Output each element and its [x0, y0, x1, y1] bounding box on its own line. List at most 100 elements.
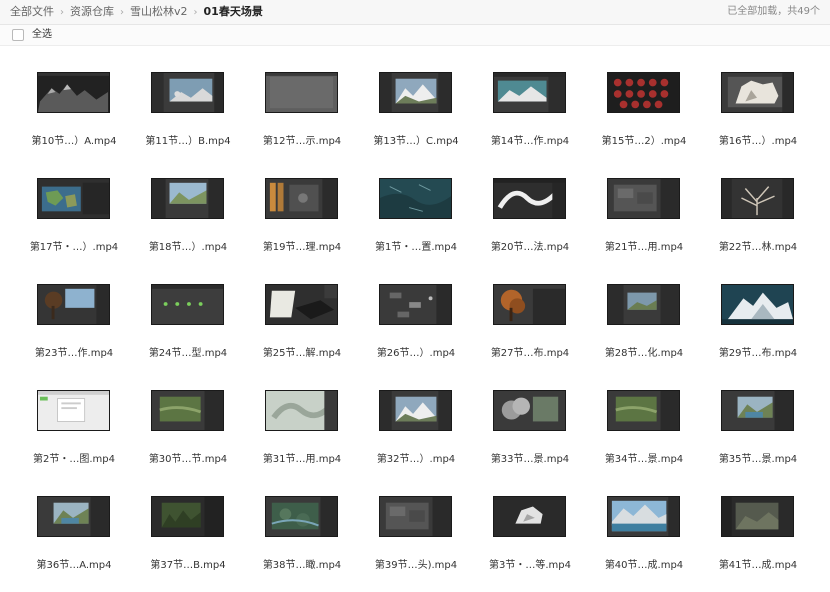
- file-tile[interactable]: 第23节…作.mp4: [17, 268, 131, 374]
- file-tile[interactable]: 第32节…）.mp4: [359, 374, 473, 480]
- video-thumbnail-icon[interactable]: [151, 284, 224, 325]
- video-thumbnail-icon[interactable]: [37, 284, 110, 325]
- file-name[interactable]: 第12节…示.mp4: [245, 132, 359, 147]
- file-tile[interactable]: 第24节…型.mp4: [131, 268, 245, 374]
- file-tile[interactable]: 第14节…作.mp4: [473, 56, 587, 162]
- file-name[interactable]: 第21节…用.mp4: [587, 238, 701, 253]
- video-thumbnail-icon[interactable]: [265, 178, 338, 219]
- file-tile[interactable]: 第18节…）.mp4: [131, 162, 245, 268]
- video-thumbnail-icon[interactable]: [151, 390, 224, 431]
- file-tile[interactable]: 第26节…）.mp4: [359, 268, 473, 374]
- file-tile[interactable]: 第2节・…图.mp4: [17, 374, 131, 480]
- video-thumbnail-icon[interactable]: [607, 496, 680, 537]
- file-name[interactable]: 第39节…头).mp4: [359, 556, 473, 571]
- file-name[interactable]: 第22节…林.mp4: [701, 238, 815, 253]
- file-name[interactable]: 第28节…化.mp4: [587, 344, 701, 359]
- video-thumbnail-icon[interactable]: [151, 178, 224, 219]
- file-tile[interactable]: 第11节…）B.mp4: [131, 56, 245, 162]
- video-thumbnail-icon[interactable]: [37, 178, 110, 219]
- video-thumbnail-icon[interactable]: [607, 72, 680, 113]
- video-thumbnail-icon[interactable]: [607, 284, 680, 325]
- video-thumbnail-icon[interactable]: [379, 390, 452, 431]
- file-name[interactable]: 第3节・…等.mp4: [473, 556, 587, 571]
- video-thumbnail-icon[interactable]: [493, 72, 566, 113]
- video-thumbnail-icon[interactable]: [37, 390, 110, 431]
- file-tile[interactable]: 第30节…节.mp4: [131, 374, 245, 480]
- video-thumbnail-icon[interactable]: [721, 496, 794, 537]
- file-name[interactable]: 第1节・…置.mp4: [359, 238, 473, 253]
- video-thumbnail-icon[interactable]: [265, 284, 338, 325]
- file-tile[interactable]: 第15节…2）.mp4: [587, 56, 701, 162]
- file-name[interactable]: 第13节…）C.mp4: [359, 132, 473, 147]
- video-thumbnail-icon[interactable]: [493, 284, 566, 325]
- file-tile[interactable]: 第40节…成.mp4: [587, 480, 701, 586]
- file-tile[interactable]: 第12节…示.mp4: [245, 56, 359, 162]
- video-thumbnail-icon[interactable]: [493, 178, 566, 219]
- file-tile[interactable]: 第41节…成.mp4: [701, 480, 815, 586]
- file-name[interactable]: 第17节・…）.mp4: [17, 238, 131, 253]
- video-thumbnail-icon[interactable]: [379, 496, 452, 537]
- file-name[interactable]: 第36节…A.mp4: [17, 556, 131, 571]
- file-name[interactable]: 第30节…节.mp4: [131, 450, 245, 465]
- file-tile[interactable]: 第33节…景.mp4: [473, 374, 587, 480]
- file-tile[interactable]: 第19节…理.mp4: [245, 162, 359, 268]
- file-name[interactable]: 第14节…作.mp4: [473, 132, 587, 147]
- file-name[interactable]: 第18节…）.mp4: [131, 238, 245, 253]
- file-name[interactable]: 第20节…法.mp4: [473, 238, 587, 253]
- video-thumbnail-icon[interactable]: [721, 178, 794, 219]
- breadcrumb-item-all-files[interactable]: 全部文件: [10, 5, 54, 18]
- file-name[interactable]: 第40节…成.mp4: [587, 556, 701, 571]
- breadcrumb-item-project[interactable]: 雪山松林v2: [130, 5, 188, 18]
- file-tile[interactable]: 第36节…A.mp4: [17, 480, 131, 586]
- video-thumbnail-icon[interactable]: [379, 178, 452, 219]
- video-thumbnail-icon[interactable]: [379, 284, 452, 325]
- file-name[interactable]: 第31节…用.mp4: [245, 450, 359, 465]
- file-name[interactable]: 第41节…成.mp4: [701, 556, 815, 571]
- select-all-label[interactable]: 全选: [32, 25, 52, 45]
- breadcrumb-item-repository[interactable]: 资源仓库: [70, 5, 114, 18]
- file-name[interactable]: 第37节…B.mp4: [131, 556, 245, 571]
- select-all-checkbox[interactable]: [12, 29, 24, 41]
- file-tile[interactable]: 第29节…布.mp4: [701, 268, 815, 374]
- file-name[interactable]: 第25节…解.mp4: [245, 344, 359, 359]
- file-name[interactable]: 第24节…型.mp4: [131, 344, 245, 359]
- file-tile[interactable]: 第16节…）.mp4: [701, 56, 815, 162]
- file-name[interactable]: 第16节…）.mp4: [701, 132, 815, 147]
- video-thumbnail-icon[interactable]: [607, 390, 680, 431]
- file-tile[interactable]: 第28节…化.mp4: [587, 268, 701, 374]
- file-name[interactable]: 第26节…）.mp4: [359, 344, 473, 359]
- video-thumbnail-icon[interactable]: [721, 284, 794, 325]
- file-tile[interactable]: 第17节・…）.mp4: [17, 162, 131, 268]
- video-thumbnail-icon[interactable]: [151, 72, 224, 113]
- file-tile[interactable]: 第21节…用.mp4: [587, 162, 701, 268]
- video-thumbnail-icon[interactable]: [265, 72, 338, 113]
- file-tile[interactable]: 第37节…B.mp4: [131, 480, 245, 586]
- file-tile[interactable]: 第38节…瞰.mp4: [245, 480, 359, 586]
- file-tile[interactable]: 第1节・…置.mp4: [359, 162, 473, 268]
- file-name[interactable]: 第38节…瞰.mp4: [245, 556, 359, 571]
- file-name[interactable]: 第27节…布.mp4: [473, 344, 587, 359]
- file-name[interactable]: 第33节…景.mp4: [473, 450, 587, 465]
- file-name[interactable]: 第29节…布.mp4: [701, 344, 815, 359]
- file-tile[interactable]: 第20节…法.mp4: [473, 162, 587, 268]
- video-thumbnail-icon[interactable]: [607, 178, 680, 219]
- video-thumbnail-icon[interactable]: [721, 390, 794, 431]
- video-thumbnail-icon[interactable]: [151, 496, 224, 537]
- file-name[interactable]: 第19节…理.mp4: [245, 238, 359, 253]
- video-thumbnail-icon[interactable]: [493, 496, 566, 537]
- file-tile[interactable]: 第10节…）A.mp4: [17, 56, 131, 162]
- file-name[interactable]: 第15节…2）.mp4: [587, 132, 701, 147]
- video-thumbnail-icon[interactable]: [379, 72, 452, 113]
- file-name[interactable]: 第11节…）B.mp4: [131, 132, 245, 147]
- file-name[interactable]: 第32节…）.mp4: [359, 450, 473, 465]
- file-name[interactable]: 第34节…景.mp4: [587, 450, 701, 465]
- file-tile[interactable]: 第25节…解.mp4: [245, 268, 359, 374]
- file-tile[interactable]: 第35节…景.mp4: [701, 374, 815, 480]
- video-thumbnail-icon[interactable]: [265, 390, 338, 431]
- video-thumbnail-icon[interactable]: [721, 72, 794, 113]
- video-thumbnail-icon[interactable]: [265, 496, 338, 537]
- file-name[interactable]: 第35节…景.mp4: [701, 450, 815, 465]
- file-tile[interactable]: 第22节…林.mp4: [701, 162, 815, 268]
- file-name[interactable]: 第23节…作.mp4: [17, 344, 131, 359]
- file-tile[interactable]: 第3节・…等.mp4: [473, 480, 587, 586]
